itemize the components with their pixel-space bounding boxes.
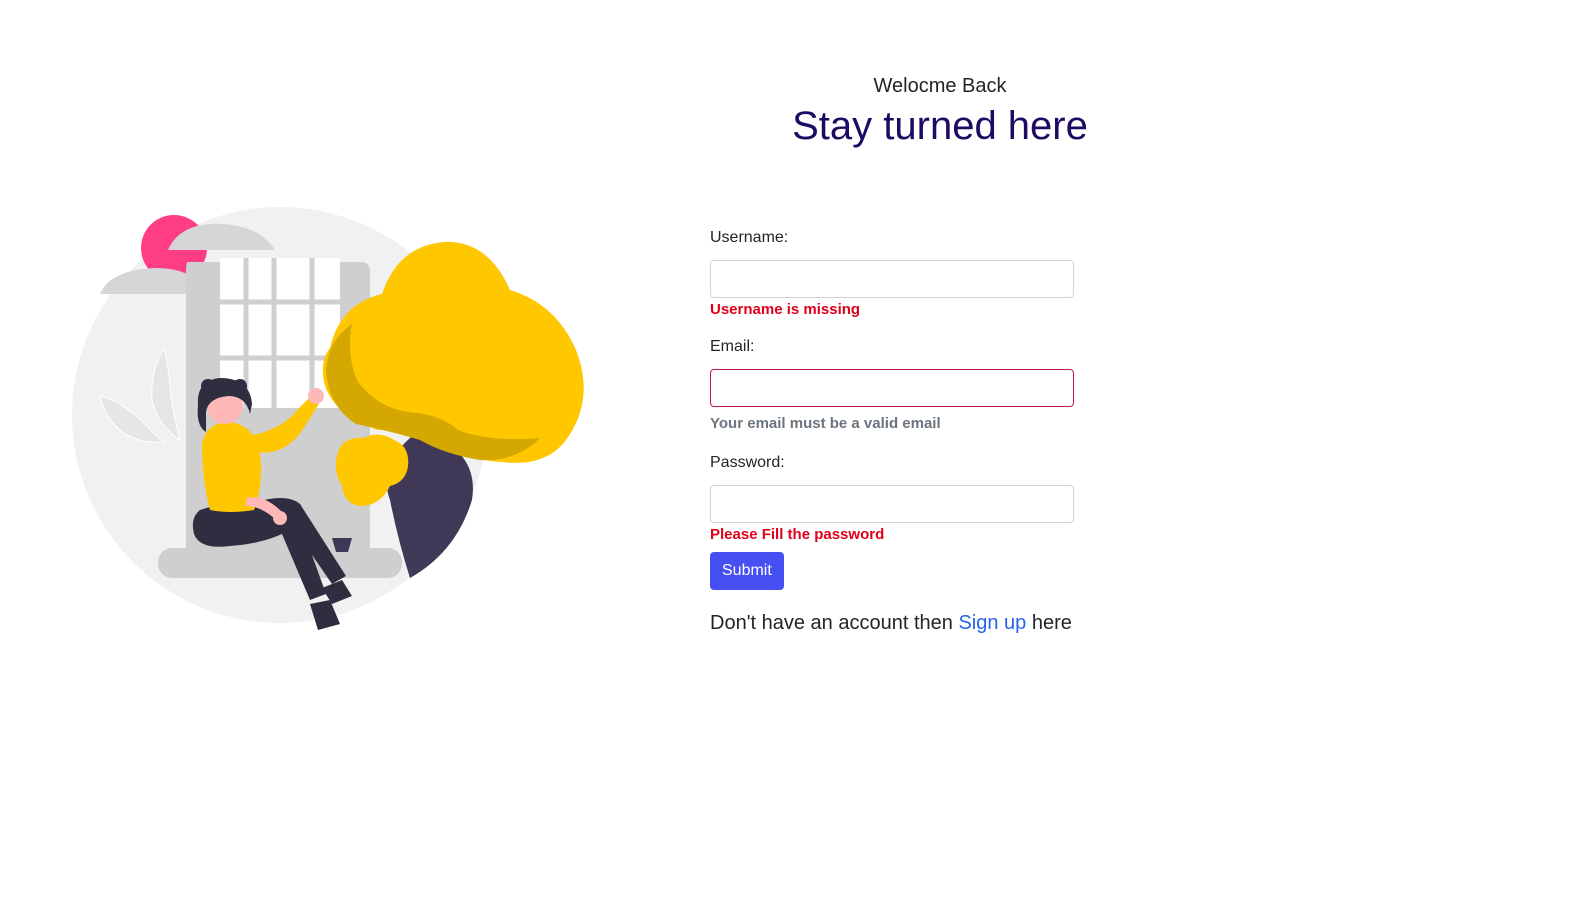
woman-hair-bun (201, 379, 215, 393)
login-form: Username: Username is missing Email: You… (710, 228, 1074, 636)
login-page: Welocme Back Stay turned here Username: … (0, 0, 1595, 919)
password-label: Password: (710, 454, 785, 471)
password-group: Password: Please Fill the password (710, 453, 1074, 544)
page-header: Welocme Back Stay turned here (640, 72, 1240, 150)
email-group: Email: Your email must be a valid email (710, 337, 1074, 433)
password-error-message: Please Fill the password (710, 526, 885, 543)
welcome-text: Welocme Back (873, 75, 1007, 97)
username-group: Username: Username is missing (710, 228, 1074, 319)
username-error-message: Username is missing (710, 301, 861, 318)
username-input[interactable] (710, 260, 1074, 298)
username-label: Username: (710, 229, 789, 246)
page-title: Stay turned here (792, 104, 1088, 148)
signup-suffix-text: here (1031, 612, 1072, 634)
illustration (60, 200, 600, 660)
email-input[interactable] (710, 369, 1074, 407)
signup-prompt: Don't have an account then Sign up here (710, 610, 1074, 636)
submit-button[interactable]: Submit (710, 552, 784, 590)
email-hint-message: Your email must be a valid email (710, 415, 941, 432)
woman-hand (308, 388, 324, 404)
signup-prefix-text: Don't have an account then (710, 612, 953, 634)
submit-row: Submit (710, 552, 1074, 590)
signup-link[interactable]: Sign up (958, 612, 1026, 634)
email-label: Email: (710, 338, 755, 355)
window-sill (158, 548, 402, 578)
woman-by-window-illustration (72, 207, 584, 630)
password-input[interactable] (710, 485, 1074, 523)
woman-hair-bun (233, 379, 247, 393)
woman-knee-hand (273, 511, 287, 525)
